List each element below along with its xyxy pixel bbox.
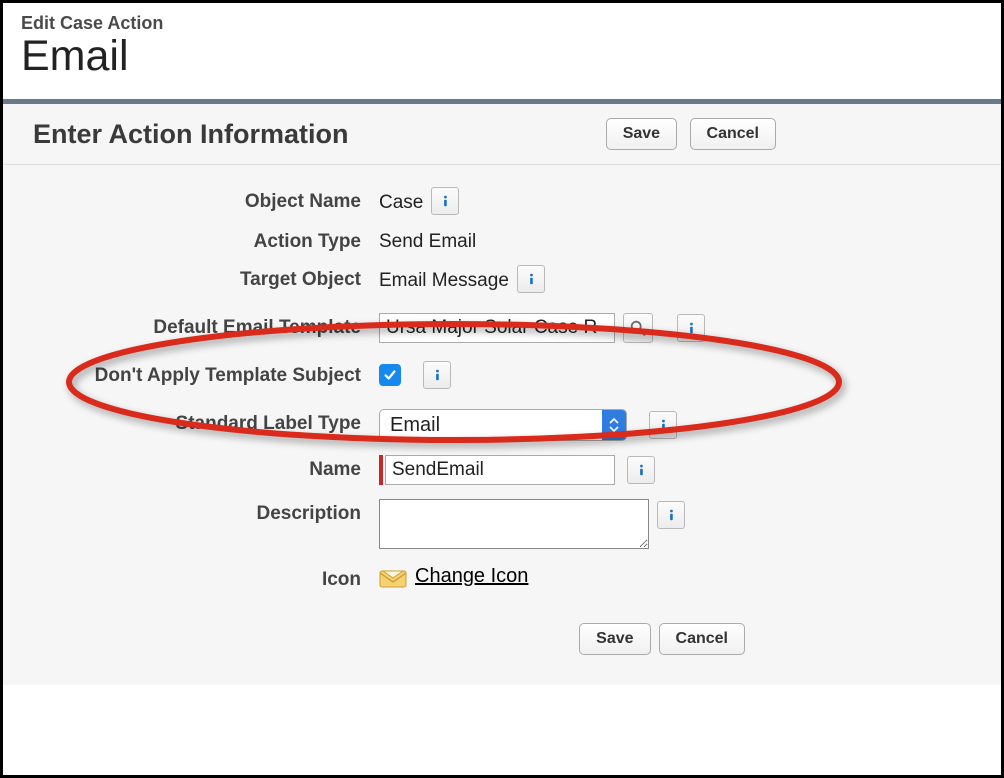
label-dont-apply-template-subject: Don't Apply Template Subject [39, 361, 379, 387]
required-indicator [379, 455, 383, 485]
cancel-button[interactable]: Cancel [690, 118, 776, 150]
label-name: Name [39, 455, 379, 481]
dont-apply-template-subject-checkbox[interactable] [379, 364, 401, 386]
name-input[interactable] [385, 455, 615, 485]
footer-buttons: Save Cancel [39, 597, 965, 655]
page-super-title: Edit Case Action [21, 13, 983, 34]
info-icon[interactable] [677, 314, 705, 342]
description-textarea[interactable] [379, 499, 649, 549]
label-default-email-template: Default Email Template [39, 313, 379, 339]
row-description: Description [39, 491, 965, 555]
page-header: Edit Case Action Email [3, 3, 1001, 99]
info-icon[interactable] [423, 361, 451, 389]
info-icon[interactable] [657, 501, 685, 529]
cancel-button-bottom[interactable]: Cancel [659, 623, 745, 655]
info-icon[interactable] [627, 456, 655, 484]
standard-label-type-select[interactable]: Email [379, 409, 627, 441]
value-object-name: Case [379, 188, 423, 214]
info-icon[interactable] [431, 187, 459, 215]
envelope-icon [379, 566, 407, 588]
row-standard-label-type: Standard Label Type Email [39, 395, 965, 447]
app-window: Edit Case Action Email Enter Action Info… [0, 0, 1004, 778]
label-object-name: Object Name [39, 187, 379, 213]
value-action-type: Send Email [379, 227, 476, 253]
info-icon[interactable] [517, 265, 545, 293]
label-standard-label-type: Standard Label Type [39, 409, 379, 435]
row-default-email-template: Default Email Template [39, 299, 965, 349]
info-icon[interactable] [649, 411, 677, 439]
row-name: Name [39, 447, 965, 491]
label-target-object: Target Object [39, 265, 379, 291]
label-description: Description [39, 499, 379, 525]
label-action-type: Action Type [39, 227, 379, 253]
panel-title: Enter Action Information [33, 119, 349, 150]
row-object-name: Object Name Case [39, 181, 965, 221]
form-area: Object Name Case Action Type Send Email … [3, 165, 1001, 685]
default-email-template-input[interactable] [379, 313, 615, 343]
page-title: Email [21, 32, 983, 81]
save-button[interactable]: Save [606, 118, 677, 150]
label-icon: Icon [39, 565, 379, 591]
chevron-updown-icon [602, 410, 626, 440]
standard-label-type-value: Email [380, 414, 440, 437]
row-action-type: Action Type Send Email [39, 221, 965, 259]
action-panel: Enter Action Information Save Cancel Obj… [3, 104, 1001, 685]
panel-header: Enter Action Information Save Cancel [3, 104, 1001, 165]
value-target-object: Email Message [379, 266, 509, 292]
row-icon: Icon Change Icon [39, 555, 965, 597]
change-icon-link[interactable]: Change Icon [415, 565, 528, 588]
save-button-bottom[interactable]: Save [579, 623, 650, 655]
row-dont-apply-template-subject: Don't Apply Template Subject [39, 349, 965, 395]
lookup-icon[interactable] [623, 313, 653, 343]
row-target-object: Target Object Email Message [39, 259, 965, 299]
